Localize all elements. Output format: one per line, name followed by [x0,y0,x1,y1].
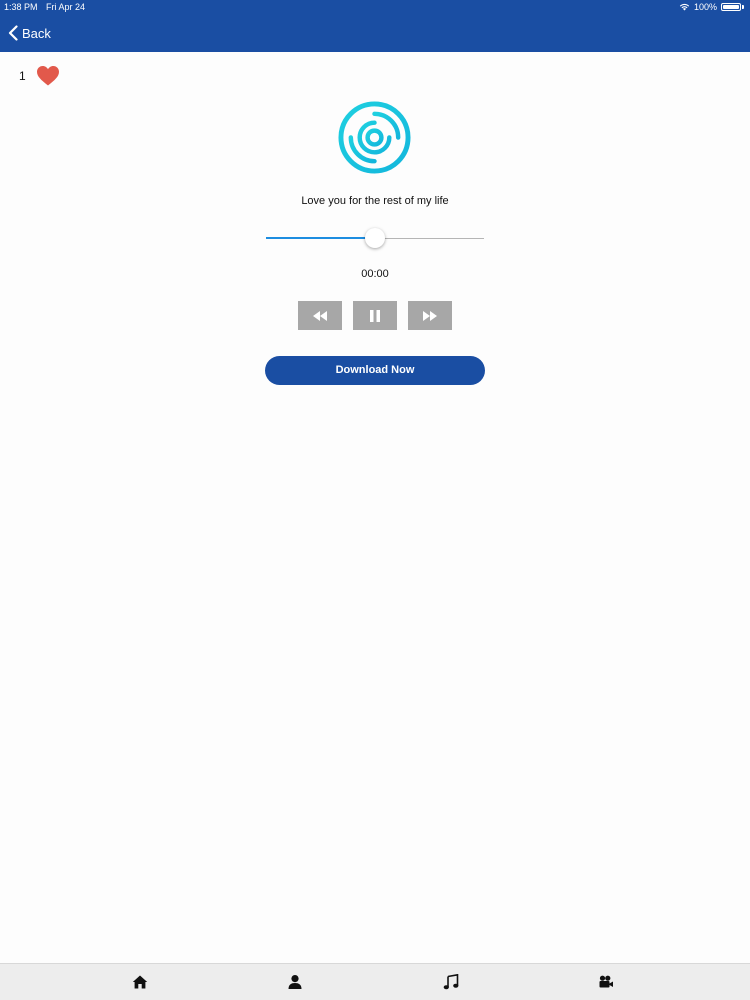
battery-percent: 100% [693,2,717,12]
slider-fill [266,237,375,239]
tab-video[interactable] [598,974,614,990]
tab-bar [0,963,750,1000]
fast-forward-icon [423,310,437,321]
elapsed-time: 00:00 [361,268,389,280]
download-button[interactable]: Download Now [265,356,485,385]
status-time: 1:38 PM [4,2,38,12]
status-right: 100% [679,0,744,14]
like-counter: 1 [19,65,60,86]
video-camera-icon [599,975,613,988]
wifi-icon [679,3,690,11]
pause-icon [370,309,380,322]
rewind-icon [313,310,327,321]
tab-music[interactable] [443,973,459,990]
top-bar: 1:38 PM Fri Apr 24 100% Back [0,0,750,52]
back-label: Back [22,25,51,41]
status-date: Fri Apr 24 [46,2,86,12]
home-icon [132,975,148,989]
back-button[interactable]: Back [8,22,51,44]
heart-icon[interactable] [36,65,60,86]
pause-button[interactable] [353,301,397,330]
tab-profile[interactable] [287,974,303,990]
slider-track [375,237,484,239]
track-title: Love you for the rest of my life [301,195,449,207]
fast-forward-button[interactable] [408,301,452,330]
like-count: 1 [19,68,26,83]
battery-nub [742,5,744,9]
battery-icon [721,3,741,11]
slider-thumb[interactable] [365,228,385,248]
status-bar: 1:38 PM Fri Apr 24 100% [0,0,750,14]
chevron-left-icon [8,25,18,41]
seek-slider[interactable] [266,226,484,250]
tab-home[interactable] [132,974,148,990]
user-icon [288,975,302,989]
music-note-icon [443,973,459,990]
disc-icon [338,101,411,174]
rewind-button[interactable] [298,301,342,330]
